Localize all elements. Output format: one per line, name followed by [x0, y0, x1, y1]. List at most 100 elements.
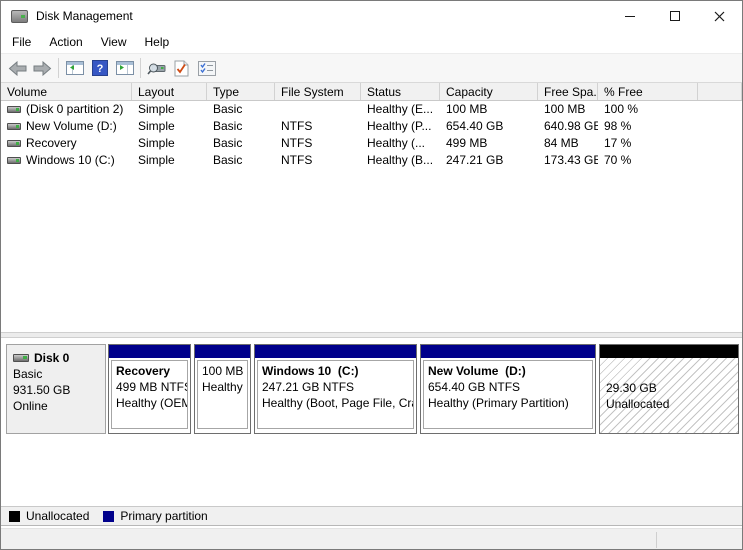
help-button[interactable]: ?	[87, 56, 112, 80]
cell-layout: Simple	[132, 118, 207, 135]
help-icon: ?	[92, 60, 108, 76]
legend-swatch-primary	[103, 511, 114, 522]
disk-properties-button[interactable]	[194, 56, 219, 80]
partition-size: 247.21 GB NTFS	[262, 379, 409, 395]
partition-info: 29.30 GBUnallocated	[600, 358, 738, 433]
partition-block-4[interactable]: New Volume (D:)654.40 GB NTFSHealthy (Pr…	[420, 344, 596, 434]
column-header-volume[interactable]: Volume	[1, 83, 132, 100]
cell-text-free_space: 640.98 GB	[544, 118, 598, 135]
cell-text-file_system: NTFS	[281, 135, 312, 152]
disk0-panel[interactable]: Disk 0 Basic 931.50 GB Online	[6, 344, 106, 434]
cell-text-type: Basic	[213, 152, 242, 169]
partition-color-band	[600, 345, 738, 358]
cell-type: Basic	[207, 135, 275, 152]
partition-block-2[interactable]: 100 MBHealthy	[194, 344, 251, 434]
column-header-file_system[interactable]: File System	[275, 83, 361, 100]
cell-text-status: Healthy (P...	[367, 118, 431, 135]
column-header-layout[interactable]: Layout	[132, 83, 207, 100]
legend-item-primary: Primary partition	[103, 509, 207, 523]
cell-text-pct_free: 100 %	[604, 101, 638, 118]
cell-type: Basic	[207, 101, 275, 118]
show-action-pane-button[interactable]	[112, 56, 137, 80]
menu-action[interactable]: Action	[40, 32, 91, 52]
column-header-free_space[interactable]: Free Spa...	[538, 83, 598, 100]
disk-capacity: 931.50 GB	[13, 382, 99, 398]
cell-text-type: Basic	[213, 101, 242, 118]
volume-row-1[interactable]: (Disk 0 partition 2) Simple Basic Healthy (…	[1, 101, 742, 118]
cell-volume: (Disk 0 partition 2)	[1, 101, 132, 118]
cell-volume: Windows 10 (C:)	[1, 152, 132, 169]
column-header-label: Capacity	[446, 85, 493, 99]
disk-type: Basic	[13, 366, 99, 382]
partition-color-band	[255, 345, 416, 358]
volume-icon	[7, 140, 21, 147]
menu-help[interactable]: Help	[136, 32, 179, 52]
back-icon	[8, 61, 27, 76]
cell-text-layout: Simple	[138, 152, 175, 169]
show-console-tree-button[interactable]	[62, 56, 87, 80]
volume-icon	[7, 157, 21, 164]
cell-type: Basic	[207, 118, 275, 135]
volume-row-3[interactable]: RecoverySimpleBasicNTFSHealthy (...499 M…	[1, 135, 742, 152]
partition-block-3[interactable]: Windows 10 (C:)247.21 GB NTFSHealthy (Bo…	[254, 344, 417, 434]
disk-management-window: Disk Management FileActionViewHelp ?	[0, 0, 743, 550]
unallocated-block[interactable]: 29.30 GBUnallocated	[599, 344, 739, 434]
rescan-disks-button[interactable]	[144, 56, 169, 80]
partition-color-band	[195, 345, 250, 358]
partition-block-1[interactable]: Recovery499 MB NTFSHealthy (OEM	[108, 344, 191, 434]
partition-color-band	[109, 345, 190, 358]
partition-size: 499 MB NTFS	[116, 379, 183, 395]
cell-status: Healthy (...	[361, 135, 440, 152]
check-disk-button[interactable]	[169, 56, 194, 80]
disk-properties-icon	[198, 61, 216, 76]
cell-text-status: Healthy (E...	[367, 101, 433, 118]
cell-text-capacity: 247.21 GB	[446, 152, 503, 169]
partition-size: 654.40 GB NTFS	[428, 379, 588, 395]
title-bar: Disk Management	[1, 1, 742, 31]
minimize-button[interactable]	[607, 1, 652, 31]
minimize-icon	[625, 16, 635, 17]
cell-free_space: 640.98 GB	[538, 118, 598, 135]
column-header-type[interactable]: Type	[207, 83, 275, 100]
partition-name: Windows 10 (C:)	[262, 363, 409, 379]
cell-text-layout: Simple	[138, 135, 175, 152]
cell-text-free_space: 84 MB	[544, 135, 579, 152]
close-button[interactable]	[697, 1, 742, 31]
forward-button[interactable]	[30, 56, 55, 80]
volume-row-4[interactable]: Windows 10 (C:) Simple Basic NTFS Healthy (B…	[1, 152, 742, 169]
column-header-pct_free[interactable]: % Free	[598, 83, 698, 100]
column-header-status[interactable]: Status	[361, 83, 440, 100]
cell-text-file_system: NTFS	[281, 152, 312, 169]
menu-view[interactable]: View	[92, 32, 136, 52]
cell-text-capacity: 654.40 GB	[446, 118, 503, 135]
column-header-capacity[interactable]: Capacity	[440, 83, 538, 100]
cell-layout: Simple	[132, 152, 207, 169]
cell-pct_free: 17 %	[598, 135, 698, 152]
cell-capacity: 247.21 GB	[440, 152, 538, 169]
cell-text-status: Healthy (...	[367, 135, 425, 152]
cell-text-volume: Windows 10 (C:)	[26, 152, 115, 169]
volume-row-2[interactable]: New Volume (D:) Simple BasicNTFS Healthy (P…	[1, 118, 742, 135]
cell-text-layout: Simple	[138, 118, 175, 135]
cell-file_system: NTFS	[275, 118, 361, 135]
cell-layout: Simple	[132, 101, 207, 118]
legend-label: Primary partition	[120, 509, 207, 523]
volume-icon	[7, 106, 21, 113]
disk-graphical-view: Disk 0 Basic 931.50 GB Online Recovery49…	[1, 338, 742, 506]
cell-text-type: Basic	[213, 135, 242, 152]
partition-size: 29.30 GB	[606, 380, 738, 396]
maximize-button[interactable]	[652, 1, 697, 31]
toolbar-separator	[58, 58, 59, 78]
toolbar: ?	[1, 53, 742, 83]
cell-capacity: 499 MB	[440, 135, 538, 152]
disk-label: Disk 0	[34, 350, 69, 366]
cell-volume: New Volume (D:)	[1, 118, 132, 135]
menu-file[interactable]: File	[3, 32, 40, 52]
window-title: Disk Management	[36, 9, 133, 23]
cell-text-volume: (Disk 0 partition 2)	[26, 101, 123, 118]
cell-capacity: 654.40 GB	[440, 118, 538, 135]
cell-status: Healthy (B...	[361, 152, 440, 169]
back-button[interactable]	[5, 56, 30, 80]
column-header-filler	[698, 83, 742, 100]
cell-text-status: Healthy (B...	[367, 152, 433, 169]
